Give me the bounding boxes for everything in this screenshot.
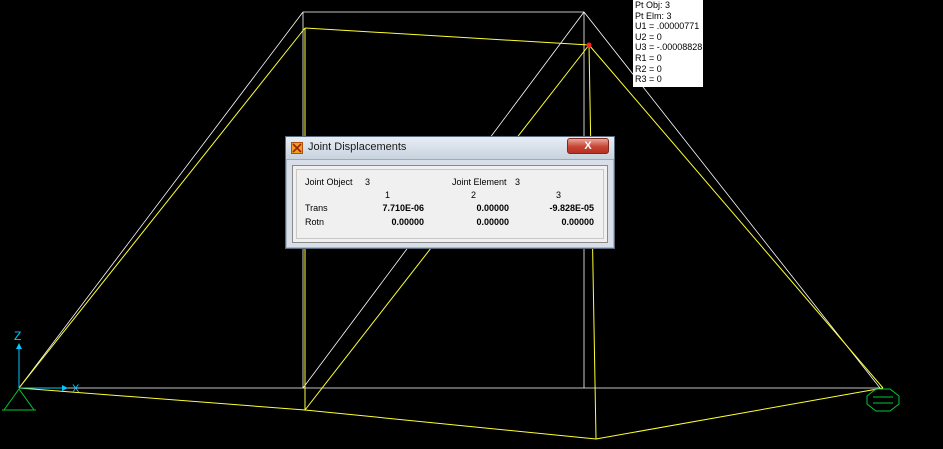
dialog-titlebar[interactable]: Joint Displacements X: [286, 137, 614, 160]
app-icon: [291, 142, 303, 154]
row-label-trans: Trans: [305, 203, 328, 213]
info-line: Pt Elm: 3: [635, 10, 672, 21]
trans-value-3: -9.828E-05: [549, 203, 594, 213]
frame-member[interactable]: [583, 11, 881, 389]
rotn-value-2: 0.00000: [476, 217, 509, 227]
z-axis-label: Z: [14, 329, 21, 343]
info-line: R3 = 0: [635, 74, 662, 85]
row-label-rotn: Rotn: [305, 217, 325, 227]
info-line: U2 = 0: [635, 31, 662, 42]
joint-info-tooltip: Pt Obj: 3 Pt Elm: 3 U1 = .00000771 U2 = …: [633, 0, 703, 87]
frame-member-deformed[interactable]: [588, 44, 884, 389]
column-header: 3: [556, 190, 562, 200]
frame-member[interactable]: [18, 11, 304, 389]
info-line: Pt Obj: 3: [635, 0, 671, 10]
roller-support-icon: [866, 388, 900, 412]
joint-element-label: Joint Element: [452, 177, 507, 187]
rotn-value-1: 0.00000: [391, 217, 424, 227]
joint-element-value: 3: [515, 177, 521, 187]
selected-joint-marker[interactable]: [586, 42, 592, 48]
pin-support-icon: [2, 388, 36, 411]
x-axis-label: X: [72, 383, 80, 395]
joint-displacements-dialog: Joint Displacements X Joint Object 3 Joi…: [285, 136, 615, 249]
joint-object-value: 3: [365, 177, 371, 187]
column-header: 1: [385, 190, 391, 200]
frame-member-deformed[interactable]: [18, 27, 306, 389]
info-line: U3 = -.00008828: [635, 42, 703, 53]
frame-member-deformed[interactable]: [18, 387, 884, 440]
rotn-value-3: 0.00000: [561, 217, 594, 227]
info-line: R1 = 0: [635, 52, 662, 63]
trans-value-1: 7.710E-06: [382, 203, 424, 213]
dialog-title: Joint Displacements: [308, 141, 407, 153]
joint-object-label: Joint Object: [305, 177, 353, 187]
trans-value-2: 0.00000: [476, 203, 509, 213]
displacement-panel: Joint Object 3 Joint Element 3 1 2 3 Tra…: [292, 165, 608, 243]
global-axes: [16, 343, 68, 391]
info-line: U1 = .00000771: [635, 21, 700, 32]
info-line: R2 = 0: [635, 63, 662, 74]
column-header: 2: [471, 190, 477, 200]
close-button[interactable]: X: [567, 138, 609, 154]
close-icon: X: [584, 140, 592, 152]
frame-member-deformed[interactable]: [304, 27, 590, 46]
